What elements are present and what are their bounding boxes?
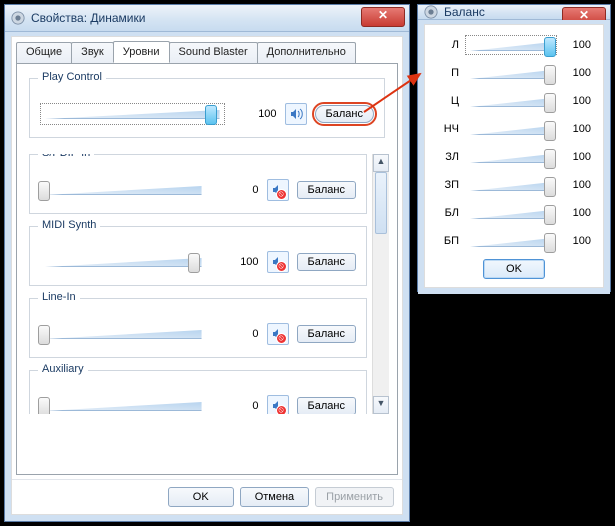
balance-button-channel[interactable]: Баланс (297, 325, 356, 343)
legend-channel: Auxiliary (38, 363, 88, 375)
balance-body: Л 100 П 100 Ц 100 НЧ 100 ЗЛ 100 ЗП 100 БЛ 100 БП 100 OK (425, 25, 603, 287)
slider-channel[interactable] (40, 323, 207, 345)
window-title: Свойства: Динамики (31, 11, 145, 25)
legend-play-control: Play Control (38, 71, 106, 83)
balance-value: 100 (563, 123, 591, 135)
mute-button-channel[interactable]: ⦸ (267, 251, 289, 273)
balance-channel-label: П (437, 67, 459, 79)
balance-button-channel[interactable]: Баланс (297, 397, 356, 414)
balance-channel-label: Л (437, 39, 459, 51)
value-channel: 100 (215, 256, 259, 268)
balance-button-play-control[interactable]: Баланс (315, 105, 374, 123)
scroll-down-button[interactable]: ▼ (373, 396, 389, 414)
balance-value: 100 (563, 95, 591, 107)
tab-body-levels: Play Control 100 Баланс S/PDIF-In 0 ⦸ Балан… (16, 63, 398, 475)
scroll-up-button[interactable]: ▲ (373, 154, 389, 172)
balance-window-title: Баланс (444, 5, 485, 19)
value-channel: 0 (215, 400, 259, 412)
balance-channel-label: Ц (437, 95, 459, 107)
balance-slider[interactable] (465, 147, 557, 167)
balance-slider[interactable] (465, 231, 557, 251)
properties-window: Свойства: Динамики ✕ Общие Звук Уровни S… (4, 4, 410, 522)
mute-button-channel[interactable]: ⦸ (267, 323, 289, 345)
balance-row: Ц 100 (437, 91, 591, 111)
apply-button[interactable]: Применить (315, 487, 394, 507)
speaker-app-icon (11, 11, 25, 25)
slider-channel[interactable] (40, 251, 207, 273)
balance-row: ЗЛ 100 (437, 147, 591, 167)
balance-row: НЧ 100 (437, 119, 591, 139)
mute-button-channel[interactable]: ⦸ (267, 179, 289, 201)
legend-channel: S/PDIF-In (38, 154, 94, 159)
group-channel: Line-In0⦸Баланс (29, 298, 367, 358)
tab-sound[interactable]: Звук (71, 42, 114, 64)
mute-button-play-control[interactable] (285, 103, 307, 125)
tab-soundblaster[interactable]: Sound Blaster (169, 42, 258, 64)
balance-window: Баланс ✕ Л 100 П 100 Ц 100 НЧ 100 ЗЛ 100 ЗП 100 БЛ 10… (417, 4, 611, 292)
channels-scroll-area: S/PDIF-In 0 ⦸ Баланс MIDI Synth 100 ⦸ Баланс Lin… (25, 154, 389, 414)
balance-titlebar[interactable]: Баланс ✕ (418, 5, 610, 20)
balance-row: Л 100 (437, 35, 591, 55)
balance-ok-button[interactable]: OK (483, 259, 545, 279)
group-play-control: Play Control 100 Баланс (29, 78, 385, 138)
mute-button-channel[interactable]: ⦸ (267, 395, 289, 414)
balance-row: П 100 (437, 63, 591, 83)
group-channel: Auxiliary0⦸Баланс (29, 370, 367, 414)
balance-row: ЗП 100 (437, 175, 591, 195)
muted-indicator-icon: ⦸ (276, 261, 287, 272)
balance-value: 100 (563, 151, 591, 163)
tab-levels[interactable]: Уровни (113, 41, 170, 63)
balance-value: 100 (563, 39, 591, 51)
balance-channel-label: ЗП (437, 179, 459, 191)
slider-play-control[interactable] (40, 103, 225, 125)
value-channel: 0 (215, 184, 259, 196)
tab-general[interactable]: Общие (16, 42, 72, 64)
ok-button[interactable]: OK (168, 487, 234, 507)
value-play-control: 100 (233, 108, 277, 120)
speaker-app-icon (424, 5, 438, 19)
balance-channel-label: НЧ (437, 123, 459, 135)
balance-value: 100 (563, 67, 591, 79)
titlebar[interactable]: Свойства: Динамики ✕ (5, 5, 409, 32)
cancel-button[interactable]: Отмена (240, 487, 309, 507)
muted-indicator-icon: ⦸ (276, 189, 287, 200)
slider-channel[interactable] (40, 179, 207, 201)
close-button[interactable]: ✕ (361, 7, 405, 27)
balance-slider[interactable] (465, 91, 557, 111)
balance-row: БП 100 (437, 231, 591, 251)
balance-value: 100 (563, 235, 591, 247)
group-channel: MIDI Synth100⦸Баланс (29, 226, 367, 286)
tab-advanced[interactable]: Дополнительно (257, 42, 356, 64)
balance-slider[interactable] (465, 203, 557, 223)
balance-slider[interactable] (465, 119, 557, 139)
group-channel: S/PDIF-In 0 ⦸ Баланс (29, 154, 367, 214)
balance-channel-label: БП (437, 235, 459, 247)
balance-value: 100 (563, 207, 591, 219)
balance-button-channel[interactable]: Баланс (297, 181, 356, 199)
slider-channel[interactable] (40, 395, 207, 414)
scroll-thumb[interactable] (375, 172, 387, 234)
balance-slider[interactable] (465, 63, 557, 83)
balance-button-channel[interactable]: Баланс (297, 253, 356, 271)
muted-indicator-icon: ⦸ (276, 333, 287, 344)
vertical-scrollbar[interactable]: ▲ ▼ (372, 154, 389, 414)
balance-channel-label: БЛ (437, 207, 459, 219)
balance-channel-label: ЗЛ (437, 151, 459, 163)
balance-row: БЛ 100 (437, 203, 591, 223)
legend-channel: Line-In (38, 291, 80, 303)
balance-slider[interactable] (465, 175, 557, 195)
dialog-button-row: OK Отмена Применить (12, 479, 402, 514)
tab-strip: Общие Звук Уровни Sound Blaster Дополнит… (16, 41, 398, 63)
value-channel: 0 (215, 328, 259, 340)
legend-channel: MIDI Synth (38, 219, 100, 231)
muted-indicator-icon: ⦸ (276, 405, 287, 414)
balance-slider[interactable] (465, 35, 557, 55)
balance-value: 100 (563, 179, 591, 191)
